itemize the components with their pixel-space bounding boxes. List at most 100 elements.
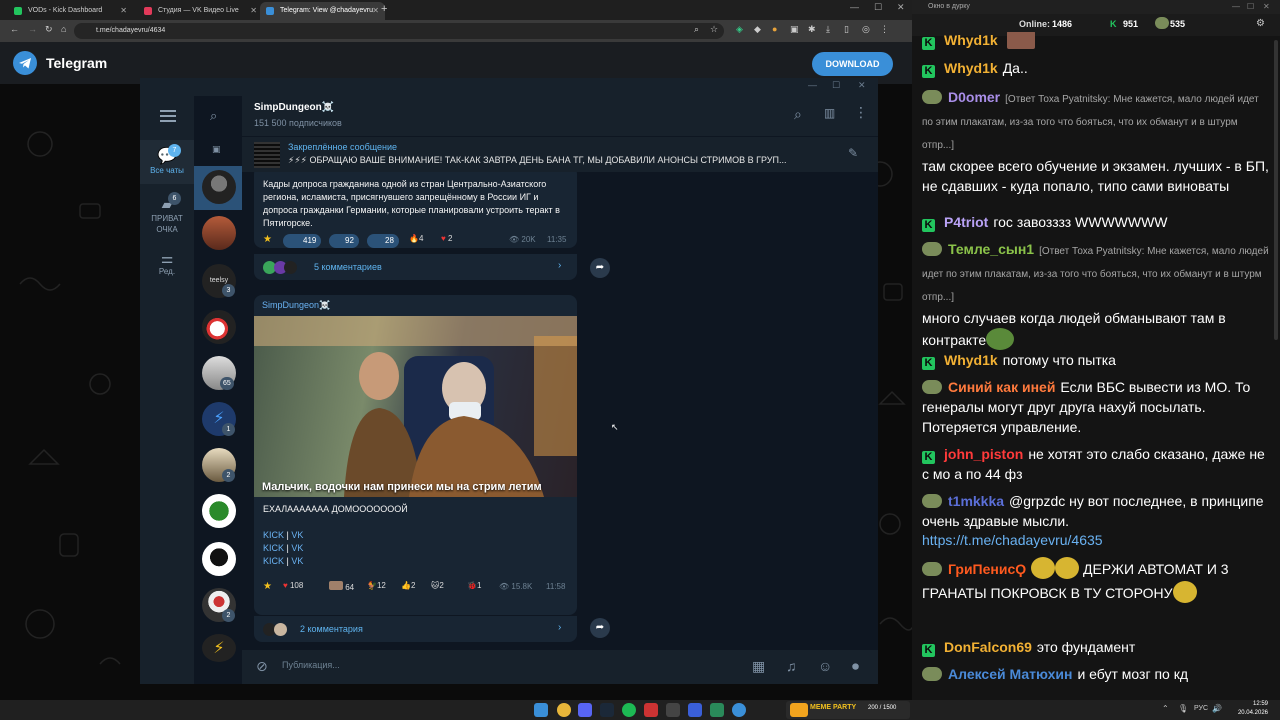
comments-link[interactable]: 5 комментариев <box>314 262 382 272</box>
maximize-icon[interactable]: ☐ <box>1247 2 1254 11</box>
menu-kebab-icon[interactable]: ⋮ <box>880 24 889 35</box>
app-icon[interactable] <box>644 703 658 717</box>
fire-reaction[interactable]: 🔥4 <box>409 234 423 243</box>
clock-time[interactable]: 12:59 <box>1226 701 1268 707</box>
chat-avatar[interactable] <box>202 494 236 528</box>
folder-edit[interactable]: ⚌ Ред. <box>140 250 194 286</box>
close-icon[interactable]: ✕ <box>250 2 257 20</box>
chat-username[interactable]: john_piston <box>944 446 1023 462</box>
app-icon[interactable] <box>688 703 702 717</box>
reaction-chip[interactable]: 419 <box>283 234 322 248</box>
close-icon[interactable]: ✕ <box>372 2 379 20</box>
reaction-chip[interactable]: 28 <box>367 234 399 248</box>
share-icon[interactable]: ➦ <box>590 618 610 638</box>
star-reaction-icon[interactable]: ★ <box>263 581 272 592</box>
download-button[interactable]: DOWNLOAD <box>812 52 893 76</box>
maximize-icon[interactable]: ☐ <box>874 2 882 13</box>
channel-name[interactable]: SimpDungeon☠️ <box>254 102 334 113</box>
close-window-icon[interactable]: ✕ <box>1263 2 1270 11</box>
schedule-calendar-icon[interactable]: ▦ <box>752 658 765 675</box>
chat-username[interactable]: Whyd1k <box>944 352 998 368</box>
extension-icon[interactable]: ◆ <box>754 24 761 35</box>
chat-username[interactable]: P4triot <box>944 214 988 230</box>
minimize-icon[interactable]: — <box>808 80 817 90</box>
share-icon[interactable]: ➦ <box>590 258 610 278</box>
reaction-chip[interactable]: 🐓12 <box>367 581 386 590</box>
account-icon[interactable]: ◎ <box>862 24 870 35</box>
extensions-puzzle-icon[interactable]: ✱ <box>808 24 816 35</box>
app-icon[interactable] <box>666 703 680 717</box>
chat-link[interactable]: https://t.me/chadayevru/4635 <box>922 532 1103 548</box>
sidebar-toggle-icon[interactable]: ▥ <box>824 106 835 120</box>
zoom-icon[interactable]: ⌕ <box>694 24 699 35</box>
chat-username[interactable]: DonFalcon69 <box>944 639 1032 655</box>
new-tab-icon[interactable]: + <box>381 3 387 15</box>
chat-username[interactable]: Темле_сын1 <box>948 241 1034 257</box>
reaction-chip[interactable]: 64 <box>329 581 354 592</box>
tab-vk[interactable]: Студия — VK Видео Live ✕ <box>138 2 263 20</box>
kick-link[interactable]: KICK <box>263 556 284 566</box>
chrome-icon[interactable] <box>557 703 571 717</box>
bookmark-star-icon[interactable]: ☆ <box>710 24 718 35</box>
star-reaction-icon[interactable]: ★ <box>263 234 272 245</box>
close-icon[interactable]: ✕ <box>120 2 127 20</box>
forward-icon[interactable]: → <box>28 24 37 34</box>
folder-all-chats[interactable]: 💬 7 Все чаты <box>140 140 194 184</box>
home-icon[interactable]: ⌂ <box>61 24 66 34</box>
attach-paperclip-icon[interactable]: ⊘ <box>256 658 268 675</box>
notification-bell-icon[interactable]: ♫ <box>786 658 797 674</box>
back-icon[interactable]: ← <box>10 24 19 34</box>
microphone-tray-icon[interactable]: 🎙 <box>1178 704 1188 713</box>
telegram-taskbar-icon[interactable] <box>732 703 746 717</box>
microphone-icon[interactable]: ⏺ <box>852 658 859 675</box>
reload-icon[interactable]: ↻ <box>45 24 53 35</box>
chat-avatar[interactable] <box>202 542 236 576</box>
vk-link[interactable]: VK <box>291 530 303 540</box>
minimize-icon[interactable]: — <box>850 2 859 12</box>
close-window-icon[interactable]: ✕ <box>897 2 905 13</box>
kick-link[interactable]: KICK <box>263 543 284 553</box>
chat-avatar[interactable] <box>202 216 236 250</box>
url-field[interactable]: t.me/chadayevru/4634 <box>74 23 724 39</box>
pinned-message-bar[interactable]: Закреплённое сообщение ⚡⚡⚡ ОБРАЩАЮ ВАШЕ … <box>242 136 878 172</box>
discord-icon[interactable] <box>578 703 592 717</box>
reaction-chip[interactable]: 🐞1 <box>467 581 481 590</box>
post-input[interactable]: Публикация... <box>282 660 340 670</box>
steam-icon[interactable] <box>600 703 614 717</box>
settings-gear-icon[interactable]: ⚙ <box>1256 18 1265 29</box>
heart-reaction[interactable]: ♥ 108 <box>283 581 303 590</box>
chat-username[interactable]: Whyd1k <box>944 60 998 76</box>
vk-link[interactable]: VK <box>291 543 303 553</box>
message-photo[interactable]: Мальчик, водочки нам принеси мы на стрим… <box>254 316 577 497</box>
reaction-chip[interactable]: 🐱2 <box>431 581 444 590</box>
meme-party-widget[interactable]: MEME PARTY 200 / 1500 <box>786 701 910 719</box>
chat-username[interactable]: Синий как иней <box>948 379 1055 395</box>
language-indicator[interactable]: РУС <box>1194 705 1208 712</box>
search-icon[interactable]: ⌕ <box>794 106 802 123</box>
chat-username[interactable]: ГриПенисϘ <box>948 561 1026 577</box>
reaction-chip[interactable]: 92 <box>329 234 359 248</box>
extension-icon[interactable]: ▣ <box>790 24 799 35</box>
kick-link[interactable]: KICK <box>263 530 284 540</box>
thumbs-up-reaction[interactable]: 👍2 <box>401 581 415 590</box>
tab-kick[interactable]: VODs - Kick Dashboard ✕ <box>8 2 133 20</box>
maximize-icon[interactable]: ☐ <box>832 80 840 91</box>
spotify-icon[interactable] <box>622 703 636 717</box>
close-window-icon[interactable]: ✕ <box>858 80 866 91</box>
chat-avatar[interactable]: ⚡ <box>202 634 236 662</box>
sidebar-icon[interactable]: ▯ <box>844 24 849 35</box>
message-author[interactable]: SimpDungeon☠️ <box>262 300 330 311</box>
comments-bar[interactable]: 5 комментариев › <box>254 253 577 280</box>
search-icon[interactable]: ⌕ <box>210 108 217 124</box>
scrollbar[interactable] <box>1274 40 1278 340</box>
hamburger-menu-icon[interactable] <box>160 110 176 122</box>
vk-link[interactable]: VK <box>291 556 303 566</box>
emoji-smile-icon[interactable]: ☺ <box>818 658 832 674</box>
heart-reaction[interactable]: ♥ 2 <box>441 234 452 243</box>
tab-telegram[interactable]: Telegram: View @chadayevru ✕ <box>260 2 385 20</box>
chat-username[interactable]: Whyd1k <box>944 32 998 48</box>
chat-username[interactable]: t1mkkka <box>948 493 1004 509</box>
folder-private[interactable]: ▰ 6 ПРИВАТ ОЧКА <box>140 192 194 240</box>
clock-date[interactable]: 20.04.2026 <box>1226 710 1268 716</box>
extension-icon[interactable]: ● <box>772 24 777 34</box>
